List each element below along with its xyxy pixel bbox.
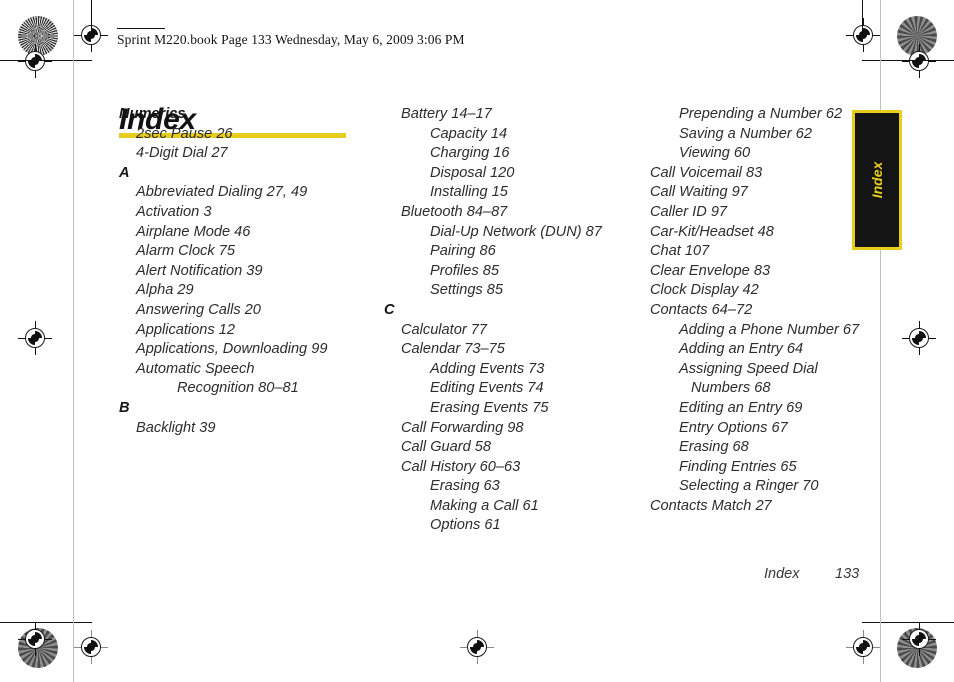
index-entry: Calendar 73–75 [401,341,505,358]
index-entry: Abbreviated Dialing 27, 49 [136,184,308,201]
index-column-1: Numerics 2sec Pause 26 4-Digit Dial 27 A Abb… [119,105,369,438]
index-entry: Erasing 68 [679,439,749,456]
index-entry: Editing an Entry 69 [679,399,803,416]
registration-mark-left-middle [18,321,52,355]
index-entry: Contacts 64–72 [650,301,753,318]
index-letter-heading: A [119,164,130,181]
footer-section-label: Index [764,566,800,582]
index-entry: Chat 107 [650,243,710,260]
index-entry: Activation 3 [136,203,212,220]
registration-mark-bottom-right-inner [846,630,880,664]
index-entry: Backlight 39 [136,419,216,436]
registration-mark-left-upper [18,44,52,78]
index-entry: Charging 16 [430,145,510,162]
index-entry: Numbers 68 [691,380,771,397]
index-entry: Call Waiting 97 [650,184,748,201]
registration-mark-left-lower [18,622,52,656]
index-entry: Editing Events 74 [430,380,544,397]
index-entry: Clock Display 42 [650,282,759,299]
index-entry: Pairing 86 [430,243,496,260]
index-letter-heading: B [119,399,130,416]
index-entry: Making a Call 61 [430,497,539,514]
page-guide-left [73,0,74,682]
index-entry: Clear Envelope 83 [650,262,771,279]
index-entry: Call Guard 58 [401,439,492,456]
index-entry: Settings 85 [430,282,504,299]
index-entry: Call Forwarding 98 [401,419,524,436]
index-entry: Erasing Events 75 [430,399,549,416]
index-entry: Answering Calls 20 [136,301,261,318]
trim-line-top-left [0,60,92,61]
index-entry: Selecting a Ringer 70 [679,478,819,495]
index-entry: Airplane Mode 46 [136,223,251,240]
printed-page: Sprint M220.book Page 133 Wednesday, May… [0,0,954,682]
index-entry: 4-Digit Dial 27 [136,145,228,162]
index-entry: Applications, Downloading 99 [136,341,328,358]
index-entry: Calculator 77 [401,321,487,338]
index-entry: Finding Entries 65 [679,458,797,475]
index-entry: Adding Events 73 [430,360,545,377]
registration-mark-right-lower [902,622,936,656]
index-entry: 2sec Pause 26 [136,125,233,142]
index-entry: Battery 14–17 [401,106,492,122]
trim-line-top-edge-left [91,0,92,36]
page-guide-right [880,0,881,682]
index-entry: Capacity 14 [430,125,508,142]
index-entry: Prepending a Number 62 [679,106,843,122]
index-entry: Installing 15 [430,184,508,201]
index-entry: Call History 60–63 [401,458,521,475]
header-rule [117,28,165,29]
index-entry: Adding a Phone Number 67 [679,321,860,338]
index-entry: Dial-Up Network (DUN) 87 [430,223,602,240]
section-side-tab-label: Index [869,161,885,199]
index-entry: Disposal 120 [430,164,515,181]
index-entry: Applications 12 [136,321,235,338]
index-letter-heading: Numerics [119,106,186,122]
registration-mark-right-upper [902,44,936,78]
index-entry: Bluetooth 84–87 [401,203,508,220]
trim-line-bottom-left [0,622,92,623]
registration-mark-bottom-center [460,630,494,664]
index-entry: Recognition 80–81 [177,380,299,397]
trim-line-bottom-right [862,622,954,623]
index-entry: Automatic Speech [136,360,255,377]
registration-mark-right-middle [902,321,936,355]
section-side-tab: Index [852,110,902,250]
index-entry: Assigning Speed Dial [679,360,818,377]
header-filename-text: Sprint M220.book Page 133 Wednesday, May… [117,32,465,47]
index-entry: Contacts Match 27 [650,497,772,514]
index-entry: Alarm Clock 75 [136,243,235,260]
index-entry: Erasing 63 [430,478,500,495]
trim-line-top-edge-right [862,0,863,36]
index-entry: Profiles 85 [430,262,499,279]
registration-mark-bottom-left-inner [74,630,108,664]
index-entry: Call Voicemail 83 [650,164,763,181]
index-entry: Alpha 29 [136,282,194,299]
index-entry: Entry Options 67 [679,419,788,436]
registration-mark-top-right [846,18,880,52]
trim-line-top-right [862,60,954,61]
index-entry: Options 61 [430,517,501,534]
index-entry: Viewing 60 [679,145,751,162]
index-entry: Alert Notification 39 [136,262,263,279]
index-entry: Saving a Number 62 [679,125,813,142]
index-entry: Car-Kit/Headset 48 [650,223,774,240]
index-column-3: Prepending a Number 62 Saving a Number 62… [633,105,860,516]
index-entry: Caller ID 97 [650,203,728,220]
index-column-2: Battery 14–17 Capacity 14 Charging 16 Dispo… [384,105,634,536]
footer-page-number: 133 [835,566,860,582]
index-letter-heading: C [384,301,395,318]
index-entry: Adding an Entry 64 [679,341,804,358]
